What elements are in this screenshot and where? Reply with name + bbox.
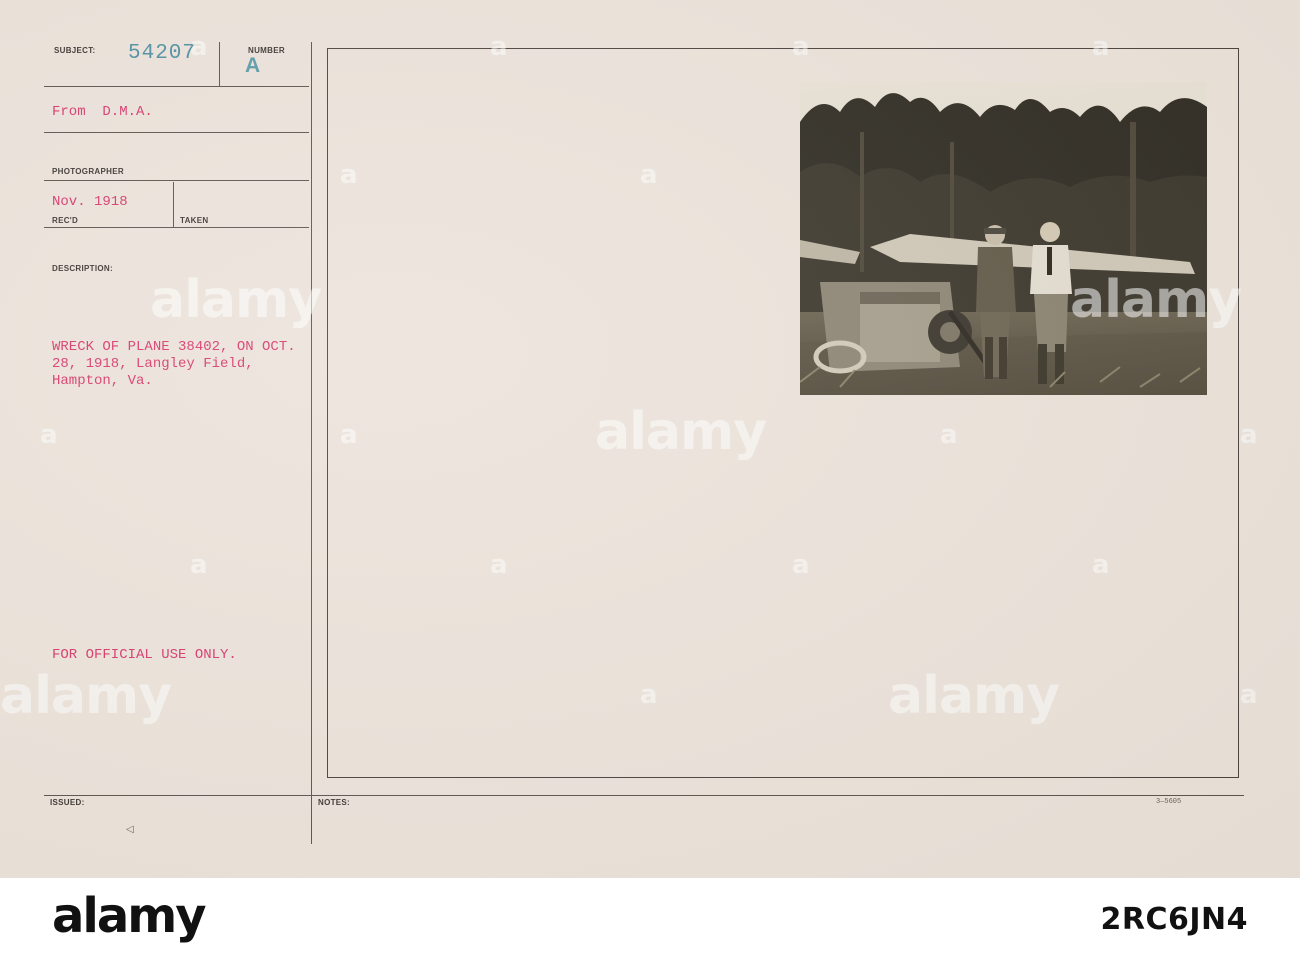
archive-card: SUBJECT: 54207 NUMBER A From D.M.A. PHOT… bbox=[0, 0, 1300, 878]
left-column-divider bbox=[311, 42, 312, 844]
photograph-plane-wreck bbox=[800, 82, 1207, 395]
subject-rule bbox=[44, 86, 309, 87]
watermark-letter: a bbox=[1092, 32, 1110, 62]
watermark-letter: a bbox=[1092, 550, 1110, 580]
photographer-label: PHOTOGRAPHER bbox=[52, 167, 124, 176]
watermark-letter: a bbox=[340, 420, 358, 450]
recd-label: REC'D bbox=[52, 216, 79, 225]
watermark-text: alamy bbox=[150, 270, 322, 330]
watermark-letter: a bbox=[40, 420, 58, 450]
notes-label: NOTES: bbox=[318, 798, 351, 807]
watermark-text: alamy bbox=[1070, 270, 1242, 330]
form-code: 3—5605 bbox=[1156, 798, 1182, 806]
from-rule bbox=[44, 132, 309, 133]
watermark-letter: a bbox=[792, 550, 810, 580]
watermark-letter: a bbox=[340, 160, 358, 190]
received-date: Nov. 1918 bbox=[52, 194, 128, 210]
from-line: From D.M.A. bbox=[52, 104, 153, 120]
watermark-letter: a bbox=[640, 680, 658, 710]
footer-logo: alamy bbox=[52, 888, 207, 944]
bottom-rule bbox=[44, 795, 1244, 796]
watermark-letter: a bbox=[490, 550, 508, 580]
watermark-letter: a bbox=[940, 420, 958, 450]
description-label: DESCRIPTION: bbox=[52, 264, 113, 273]
triangle-mark: ◁ bbox=[126, 824, 134, 835]
issued-label: ISSUED: bbox=[50, 798, 85, 807]
description-line: 28, 1918, Langley Field, bbox=[52, 356, 254, 372]
watermark-letter: a bbox=[1240, 680, 1258, 710]
official-use-notice: FOR OFFICIAL USE ONLY. bbox=[52, 647, 237, 663]
watermark-letter: a bbox=[190, 32, 208, 62]
recd-taken-divider bbox=[173, 182, 174, 227]
image-id: 2RC6JN4 bbox=[1100, 902, 1248, 937]
subject-label: SUBJECT: bbox=[54, 46, 96, 55]
watermark-text: alamy bbox=[0, 666, 172, 726]
description-line: WRECK OF PLANE 38402, ON OCT. bbox=[52, 339, 296, 355]
watermark-text: alamy bbox=[888, 666, 1060, 726]
watermark-letter: a bbox=[490, 32, 508, 62]
photographer-rule bbox=[44, 180, 309, 181]
description-block: WRECK OF PLANE 38402, ON OCT. 28, 1918, … bbox=[52, 339, 296, 390]
watermark-text: alamy bbox=[595, 402, 767, 462]
number-box-divider bbox=[219, 42, 220, 87]
watermark-letter: a bbox=[792, 32, 810, 62]
photograph-drawing bbox=[800, 82, 1207, 395]
description-line: Hampton, Va. bbox=[52, 373, 153, 389]
watermark-letter: a bbox=[1240, 420, 1258, 450]
watermark-letter: a bbox=[190, 550, 208, 580]
taken-label: TAKEN bbox=[180, 216, 209, 225]
subject-number: 54207 bbox=[128, 42, 197, 65]
recd-rule bbox=[44, 227, 309, 228]
watermark-letter: a bbox=[640, 160, 658, 190]
number-stamp: A bbox=[245, 54, 261, 77]
